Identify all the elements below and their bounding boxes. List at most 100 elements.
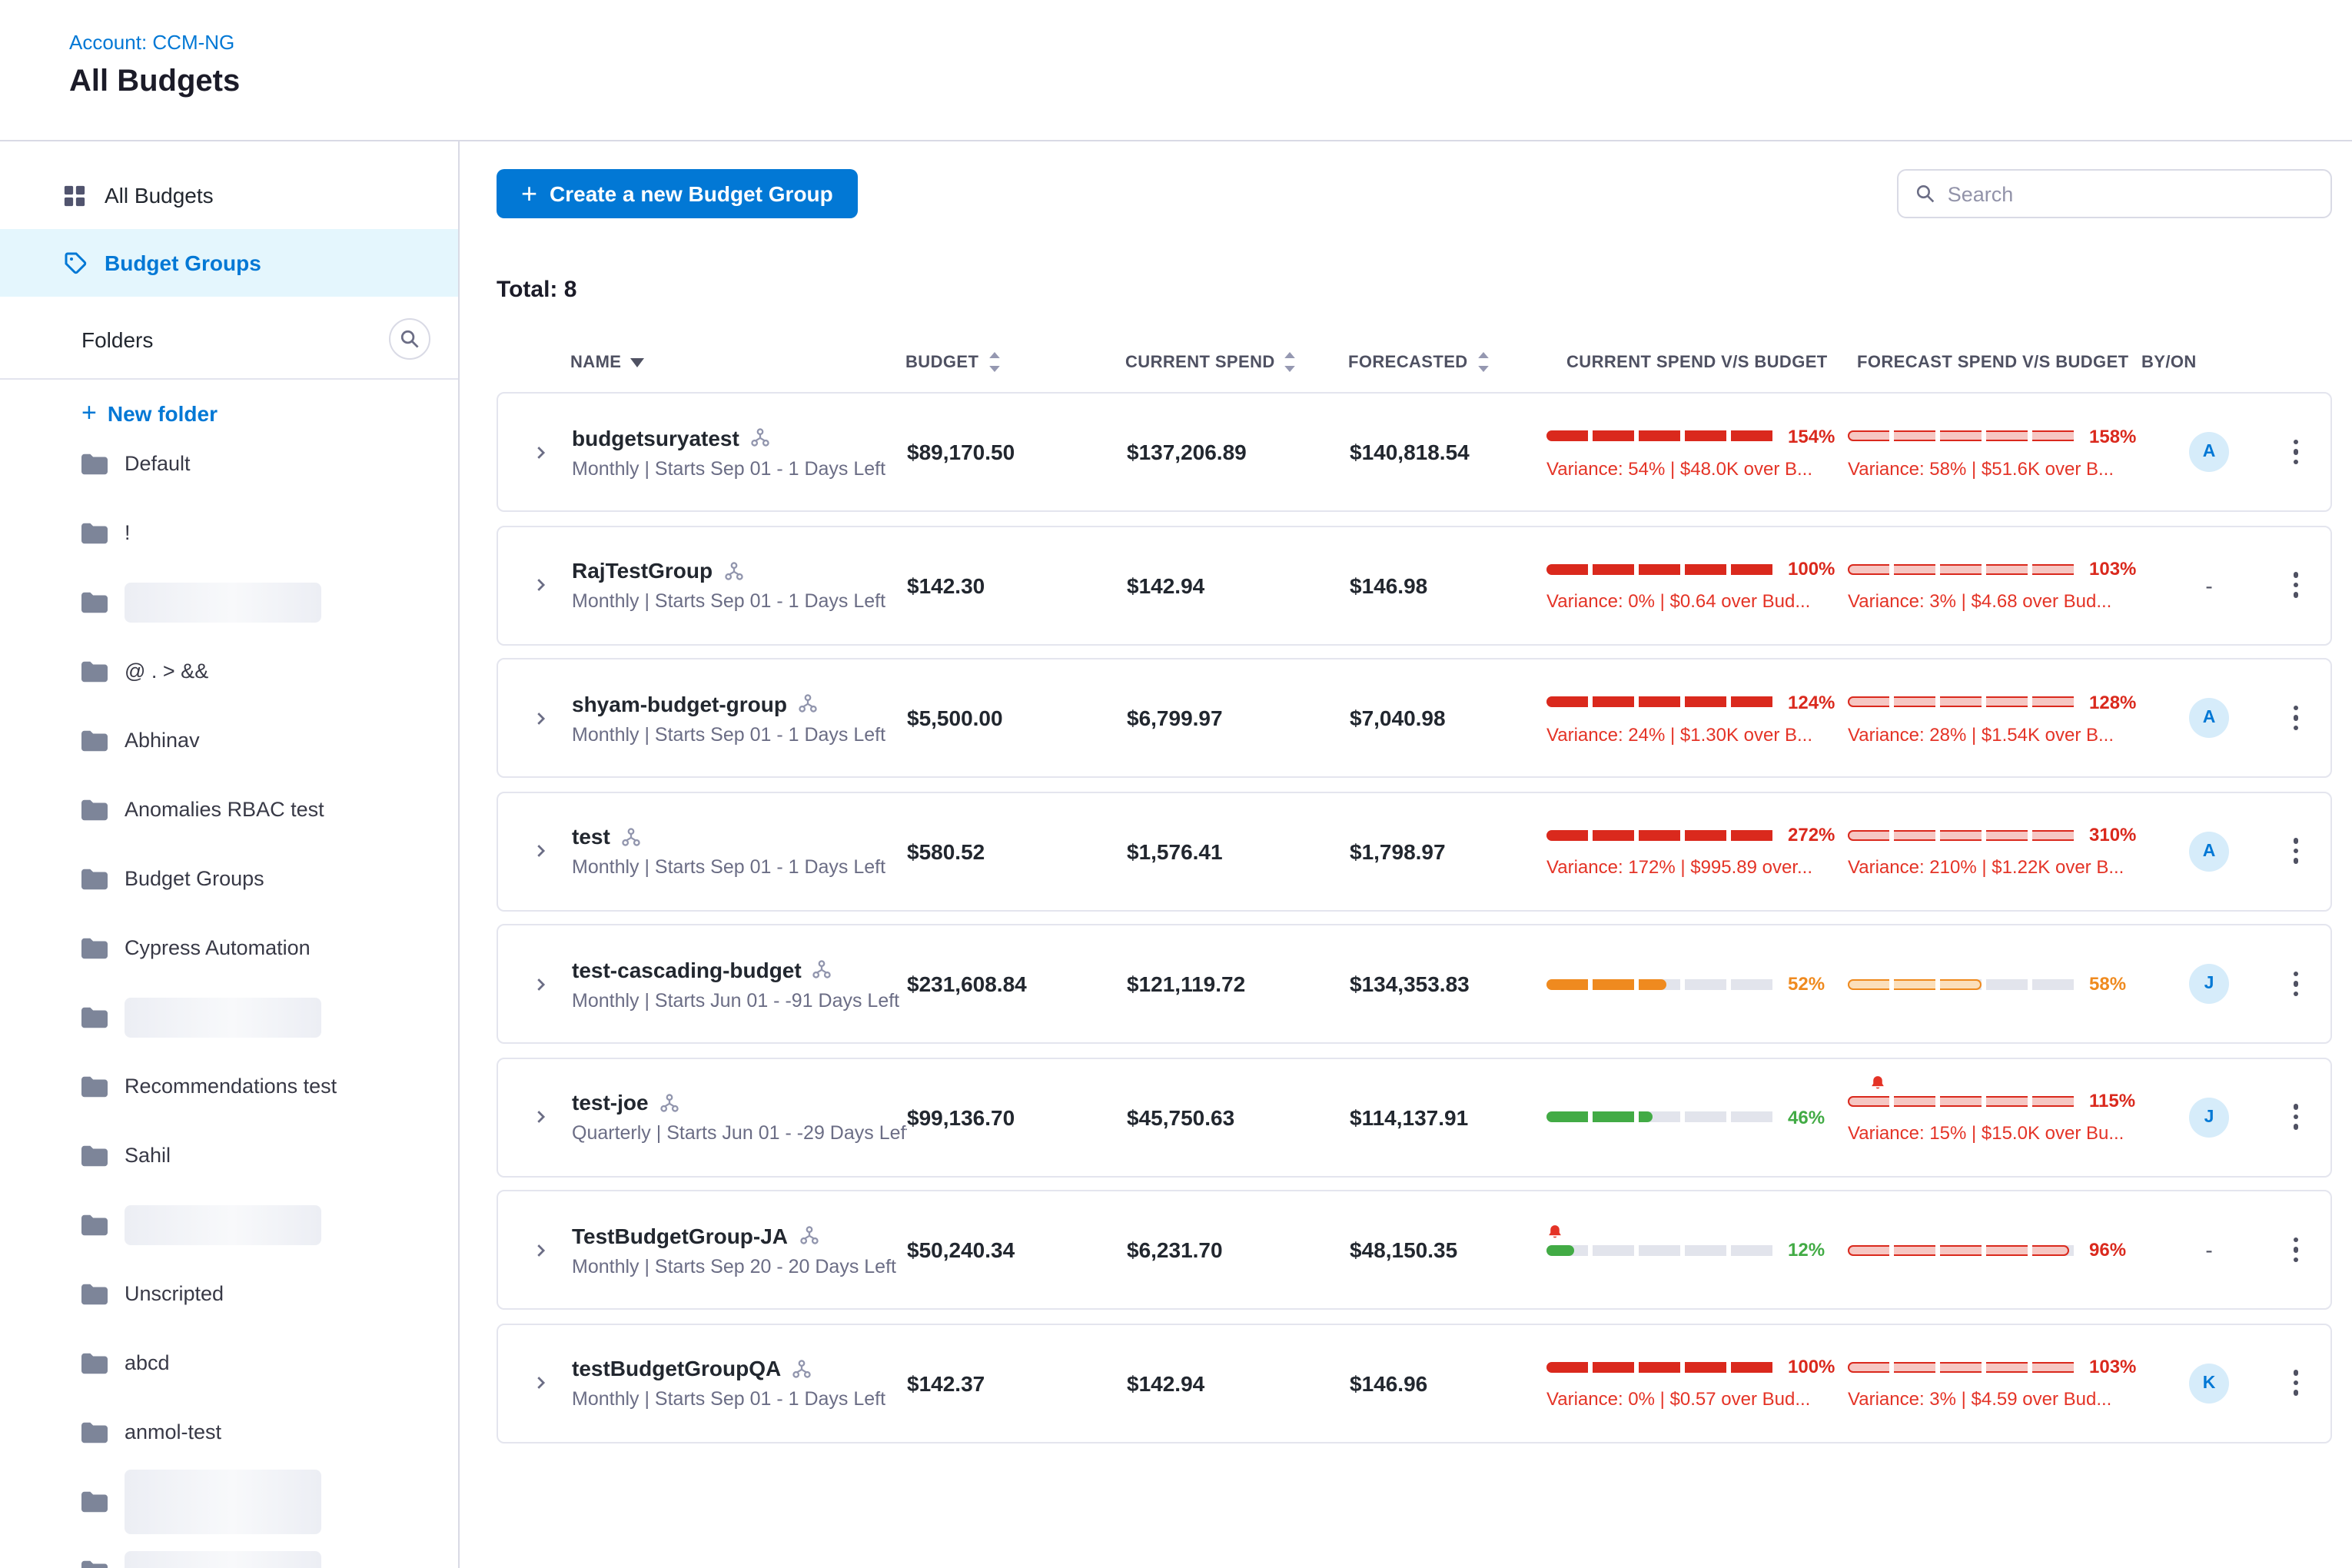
- folder-item[interactable]: Budget Groups: [0, 844, 458, 913]
- folder-item[interactable]: Unscripted: [0, 1259, 458, 1328]
- column-budget[interactable]: BUDGET: [905, 352, 1125, 372]
- folder-label: abcd: [125, 1351, 170, 1374]
- sidebar-item-all-budgets[interactable]: All Budgets: [0, 161, 458, 229]
- chevron-right-icon: [531, 443, 548, 460]
- folder-icon: [81, 1352, 108, 1374]
- row-expander[interactable]: [498, 1241, 572, 1258]
- row-expander[interactable]: [498, 709, 572, 726]
- page-title: All Budgets: [69, 65, 2352, 100]
- row-expander[interactable]: [498, 1374, 572, 1391]
- budget-group-name[interactable]: shyam-budget-group: [572, 691, 787, 716]
- table-row[interactable]: test-cascading-budgetMonthly | Starts Ju…: [497, 924, 2332, 1044]
- new-folder-button[interactable]: + New folder: [81, 400, 458, 426]
- table-row[interactable]: RajTestGroupMonthly | Starts Sep 01 - 1 …: [497, 525, 2332, 645]
- avatar: K: [2189, 1363, 2229, 1403]
- grid-icon: [61, 184, 88, 207]
- forecast-vs-budget-cell: 96%: [1848, 1239, 2161, 1261]
- search-box[interactable]: [1897, 169, 2332, 218]
- folder-item[interactable]: Default: [0, 429, 458, 498]
- column-name[interactable]: NAME: [570, 353, 905, 371]
- budget-group-name[interactable]: testBudgetGroupQA: [572, 1356, 781, 1380]
- name-cell: RajTestGroupMonthly | Starts Sep 01 - 1 …: [572, 558, 907, 612]
- current-spend-value: $137,206.89: [1127, 440, 1350, 464]
- row-menu-button[interactable]: [2257, 430, 2335, 474]
- row-menu-button[interactable]: [2257, 696, 2335, 740]
- sidebar-item-budget-groups[interactable]: Budget Groups: [0, 229, 458, 297]
- current-vs-budget-bar: [1546, 430, 1777, 441]
- toolbar: + Create a new Budget Group: [497, 169, 2332, 218]
- forecast-vs-budget-variance: Variance: 28% | $1.54K over B...: [1848, 723, 2161, 745]
- budget-group-members-icon: [659, 1092, 679, 1112]
- budget-value: $142.37: [907, 1370, 1127, 1395]
- forecast-vs-budget-bar: [1848, 1244, 2078, 1255]
- plus-icon: +: [521, 179, 537, 207]
- folders-heading: Folders: [81, 327, 153, 351]
- chevron-right-icon: [531, 975, 548, 992]
- current-vs-budget-variance: Variance: 0% | $0.64 over Bud...: [1546, 590, 1848, 612]
- byon-cell: J: [2161, 964, 2257, 1004]
- current-vs-budget-cell: 100%Variance: 0% | $0.64 over Bud...: [1546, 558, 1848, 612]
- current-spend-value: $45,750.63: [1127, 1105, 1350, 1129]
- folder-icon: [81, 1490, 108, 1512]
- account-breadcrumb[interactable]: Account: CCM-NG: [69, 31, 2352, 54]
- budget-group-name[interactable]: test-cascading-budget: [572, 957, 802, 982]
- new-folder-label: New folder: [108, 400, 218, 425]
- row-menu-button[interactable]: [2257, 1361, 2335, 1405]
- table-row[interactable]: TestBudgetGroup-JAMonthly | Starts Sep 2…: [497, 1190, 2332, 1310]
- folder-item[interactable]: Recommendations test: [0, 1051, 458, 1121]
- budget-group-name[interactable]: RajTestGroup: [572, 558, 713, 583]
- column-forecasted[interactable]: FORECASTED: [1348, 352, 1545, 372]
- table-row[interactable]: testMonthly | Starts Sep 01 - 1 Days Lef…: [497, 791, 2332, 911]
- forecast-vs-budget-cell: 158%Variance: 58% | $51.6K over B...: [1848, 425, 2161, 479]
- main-content: + Create a new Budget Group Total: 8 NAM…: [460, 141, 2352, 1568]
- folder-item[interactable]: !: [0, 498, 458, 567]
- current-vs-budget-cell: 52%: [1546, 973, 1848, 995]
- forecasted-value: $114,137.91: [1350, 1105, 1546, 1129]
- row-menu-button[interactable]: [2257, 1095, 2335, 1139]
- folder-item[interactable]: Sahil: [0, 1121, 458, 1190]
- folder-item-loading: [0, 982, 458, 1051]
- table-row[interactable]: test-joeQuarterly | Starts Jun 01 - -29 …: [497, 1057, 2332, 1177]
- folder-item[interactable]: Cypress Automation: [0, 913, 458, 982]
- table-row[interactable]: testBudgetGroupQAMonthly | Starts Sep 01…: [497, 1323, 2332, 1443]
- byon-cell: J: [2161, 1097, 2257, 1137]
- folders-section-header: Folders: [0, 318, 458, 380]
- search-input[interactable]: [1948, 182, 2314, 205]
- budget-group-name[interactable]: test: [572, 824, 610, 849]
- current-vs-budget-variance: Variance: 24% | $1.30K over B...: [1546, 723, 1848, 745]
- budget-value: $142.30: [907, 573, 1127, 597]
- budget-group-name[interactable]: TestBudgetGroup-JA: [572, 1223, 788, 1247]
- current-vs-budget-percent: 100%: [1788, 1356, 1835, 1377]
- folder-item[interactable]: Abhinav: [0, 706, 458, 775]
- current-vs-budget-percent: 52%: [1788, 973, 1825, 995]
- folder-label: Anomalies RBAC test: [125, 798, 324, 821]
- table-row[interactable]: budgetsuryatestMonthly | Starts Sep 01 -…: [497, 392, 2332, 512]
- create-budget-group-button[interactable]: + Create a new Budget Group: [497, 169, 858, 218]
- folder-search-button[interactable]: [389, 318, 430, 360]
- row-menu-button[interactable]: [2257, 962, 2335, 1006]
- row-expander[interactable]: [498, 576, 572, 593]
- row-expander[interactable]: [498, 842, 572, 859]
- budget-group-name[interactable]: budgetsuryatest: [572, 425, 739, 450]
- table-row[interactable]: shyam-budget-groupMonthly | Starts Sep 0…: [497, 658, 2332, 778]
- folder-icon: [81, 522, 108, 543]
- folder-icon: [81, 1144, 108, 1166]
- current-vs-budget-bar: [1546, 829, 1777, 840]
- folder-label: Recommendations test: [125, 1075, 337, 1098]
- folder-item[interactable]: anmol-test: [0, 1397, 458, 1467]
- column-current-vs-budget: CURRENT SPEND V/S BUDGET: [1545, 353, 1846, 371]
- row-menu-button[interactable]: [2257, 563, 2335, 607]
- current-vs-budget-cell: 12%: [1546, 1239, 1848, 1261]
- folder-item[interactable]: abcd: [0, 1328, 458, 1397]
- row-expander[interactable]: [498, 1108, 572, 1125]
- row-menu-button[interactable]: [2257, 829, 2335, 873]
- column-current-spend[interactable]: CURRENT SPEND: [1125, 352, 1348, 372]
- folder-item[interactable]: @ . > &&: [0, 636, 458, 706]
- row-menu-button[interactable]: [2257, 1228, 2335, 1272]
- avatar: J: [2189, 1097, 2229, 1137]
- budget-group-name[interactable]: test-joe: [572, 1090, 649, 1115]
- budget-group-members-icon: [723, 560, 743, 580]
- row-expander[interactable]: [498, 975, 572, 992]
- row-expander[interactable]: [498, 443, 572, 460]
- folder-item[interactable]: Anomalies RBAC test: [0, 775, 458, 844]
